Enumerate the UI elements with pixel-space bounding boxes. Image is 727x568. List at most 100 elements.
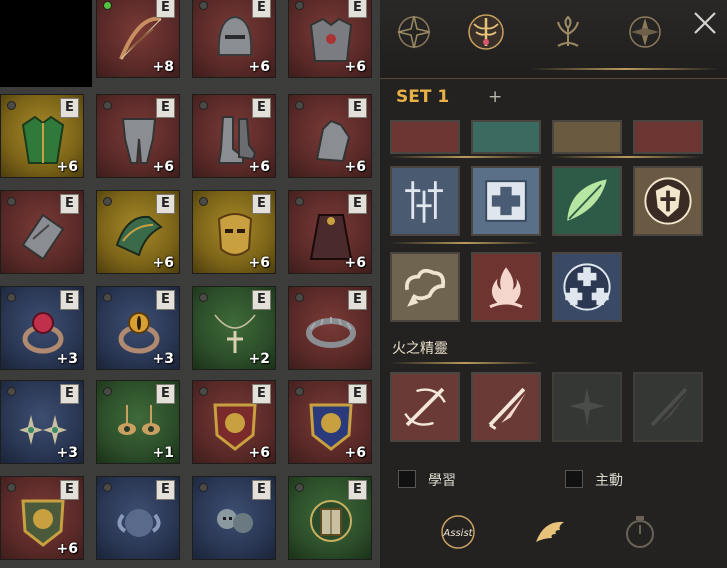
inventory-slot-lion-crest-blue[interactable]: E +6 bbox=[288, 380, 372, 464]
equipped-badge: E bbox=[348, 98, 367, 118]
equipped-badge: E bbox=[156, 384, 175, 404]
equipped-badge: E bbox=[156, 194, 175, 214]
tier-divider bbox=[390, 242, 540, 244]
inventory-slot-amber-ring[interactable]: E +3 bbox=[96, 286, 180, 370]
enhance-level: +2 bbox=[248, 351, 270, 367]
equipped-badge: E bbox=[348, 480, 367, 500]
enhance-level: +1 bbox=[152, 445, 174, 461]
equipped-badge: E bbox=[60, 480, 79, 500]
equipped-badge: E bbox=[156, 290, 175, 310]
enhance-level: +6 bbox=[56, 541, 78, 557]
ram-emblem-icon bbox=[117, 509, 161, 537]
active-checkbox[interactable] bbox=[565, 470, 583, 488]
assist-icon[interactable]: Assist bbox=[438, 512, 478, 552]
locked-skill-icon[interactable] bbox=[633, 372, 703, 442]
equipped-badge: E bbox=[348, 290, 367, 310]
enhance-level: +6 bbox=[248, 445, 270, 461]
locked-skill-icon[interactable] bbox=[552, 372, 622, 442]
skull-emblem-icon bbox=[217, 509, 253, 533]
inventory-slot-star-earrings[interactable]: E +3 bbox=[0, 380, 84, 464]
leaf-skill-icon[interactable] bbox=[552, 166, 622, 236]
enhance-level: +6 bbox=[56, 159, 78, 175]
enhance-level: +6 bbox=[344, 59, 366, 75]
equipped-badge: E bbox=[252, 290, 271, 310]
equipped-badge: E bbox=[252, 0, 271, 18]
inventory-slot-mask[interactable]: E +6 bbox=[192, 190, 276, 274]
inventory-slot-lion-crest-gold[interactable]: E +6 bbox=[0, 476, 84, 560]
skill-panel: SET 1 + 火之精靈 學習 主動 Assist bbox=[380, 0, 727, 568]
add-set-button[interactable]: + bbox=[488, 87, 502, 107]
inventory-slot-gauntlet[interactable]: E +6 bbox=[288, 94, 372, 178]
inventory-slot-tunic[interactable]: E +6 bbox=[0, 94, 84, 178]
flame-skill-icon[interactable] bbox=[471, 252, 541, 322]
winged-sword-icon[interactable] bbox=[466, 12, 506, 52]
equipped-badge: E bbox=[156, 0, 175, 18]
inventory-slot-orb-tome[interactable]: E bbox=[288, 476, 372, 560]
equipped-badge: E bbox=[348, 384, 367, 404]
inventory-slot-spiked-belt[interactable]: E bbox=[288, 286, 372, 370]
inventory-slot-leg-armor[interactable]: E +6 bbox=[96, 94, 180, 178]
inventory-slot-cloak[interactable]: E +6 bbox=[288, 190, 372, 274]
skill-slot[interactable] bbox=[471, 120, 541, 154]
bracer-icon bbox=[21, 213, 65, 261]
enhance-level: +6 bbox=[248, 255, 270, 271]
inventory-slot-cross-necklace[interactable]: E +2 bbox=[192, 286, 276, 370]
skill-slot[interactable] bbox=[390, 120, 460, 154]
inventory-slot-ruby-ring[interactable]: E +3 bbox=[0, 286, 84, 370]
timer-icon[interactable] bbox=[620, 512, 660, 552]
learn-checkbox[interactable] bbox=[398, 470, 416, 488]
shield-cross-skill-icon[interactable] bbox=[633, 166, 703, 236]
inventory-slot-eye-earrings[interactable]: E +1 bbox=[96, 380, 180, 464]
enhance-level: +3 bbox=[56, 445, 78, 461]
inventory-slot-bow[interactable]: E +8 bbox=[96, 0, 180, 78]
compass-icon[interactable] bbox=[625, 12, 665, 52]
active-label: 主動 bbox=[595, 473, 623, 489]
inventory-slot-shoulder-guard[interactable]: E +6 bbox=[96, 190, 180, 274]
equipped-badge: E bbox=[252, 194, 271, 214]
equipped-badge: E bbox=[60, 194, 79, 214]
enhance-level: +3 bbox=[56, 351, 78, 367]
close-icon[interactable] bbox=[692, 10, 718, 36]
cloud-arrow-skill-icon[interactable] bbox=[390, 252, 460, 322]
orb-tome-icon bbox=[310, 500, 352, 542]
multi-heal-skill-icon[interactable] bbox=[552, 252, 622, 322]
inventory-slot-ram-emblem[interactable]: E bbox=[96, 476, 180, 560]
wing-icon[interactable] bbox=[530, 512, 570, 552]
equipped-badge: E bbox=[252, 480, 271, 500]
inventory-slot-boots[interactable]: E +6 bbox=[192, 94, 276, 178]
inventory-slot-lion-crest-red[interactable]: E +6 bbox=[192, 380, 276, 464]
compass-star-icon[interactable] bbox=[394, 12, 434, 52]
inventory-slot-chest-armor[interactable]: E +6 bbox=[288, 0, 372, 78]
empty-corner bbox=[0, 0, 92, 87]
panel-tab-bar bbox=[380, 0, 727, 79]
tree-emblem-icon[interactable] bbox=[548, 12, 588, 52]
inventory-slot-helmet[interactable]: E +6 bbox=[192, 0, 276, 78]
enhance-level: +6 bbox=[344, 255, 366, 271]
equipped-badge: E bbox=[156, 98, 175, 118]
skill-slot[interactable] bbox=[633, 120, 703, 154]
assist-label: Assist bbox=[442, 528, 473, 539]
section-title: 火之精靈 bbox=[392, 341, 448, 357]
sword-spin-skill-icon[interactable] bbox=[390, 372, 460, 442]
inventory-slot-bracer[interactable]: E bbox=[0, 190, 84, 274]
set-tab-label[interactable]: SET 1 bbox=[396, 87, 449, 107]
inventory-slot-skull-emblem[interactable]: E bbox=[192, 476, 276, 560]
equipped-badge: E bbox=[60, 384, 79, 404]
equipped-badge: E bbox=[60, 98, 79, 118]
multi-arrow-skill-icon[interactable] bbox=[390, 166, 460, 236]
enhance-level: +6 bbox=[248, 159, 270, 175]
flame-sword-skill-icon[interactable] bbox=[471, 372, 541, 442]
enhance-level: +6 bbox=[344, 445, 366, 461]
tier-divider bbox=[552, 156, 702, 158]
enhance-level: +8 bbox=[152, 59, 174, 75]
tier-divider bbox=[390, 156, 540, 158]
equipped-badge: E bbox=[348, 194, 367, 214]
holy-cross-skill-icon[interactable] bbox=[471, 166, 541, 236]
learn-label: 學習 bbox=[428, 473, 456, 489]
equipped-badge: E bbox=[60, 290, 79, 310]
game-screen: E +8 E +6 E +6 E +6 E +6 E +6 E +6 E E +6 E +6 E +6 E +3 E +3 E +2… bbox=[0, 0, 727, 568]
enhance-level: +3 bbox=[152, 351, 174, 367]
skill-slot[interactable] bbox=[552, 120, 622, 154]
enhance-level: +6 bbox=[248, 59, 270, 75]
equipped-badge: E bbox=[348, 0, 367, 18]
